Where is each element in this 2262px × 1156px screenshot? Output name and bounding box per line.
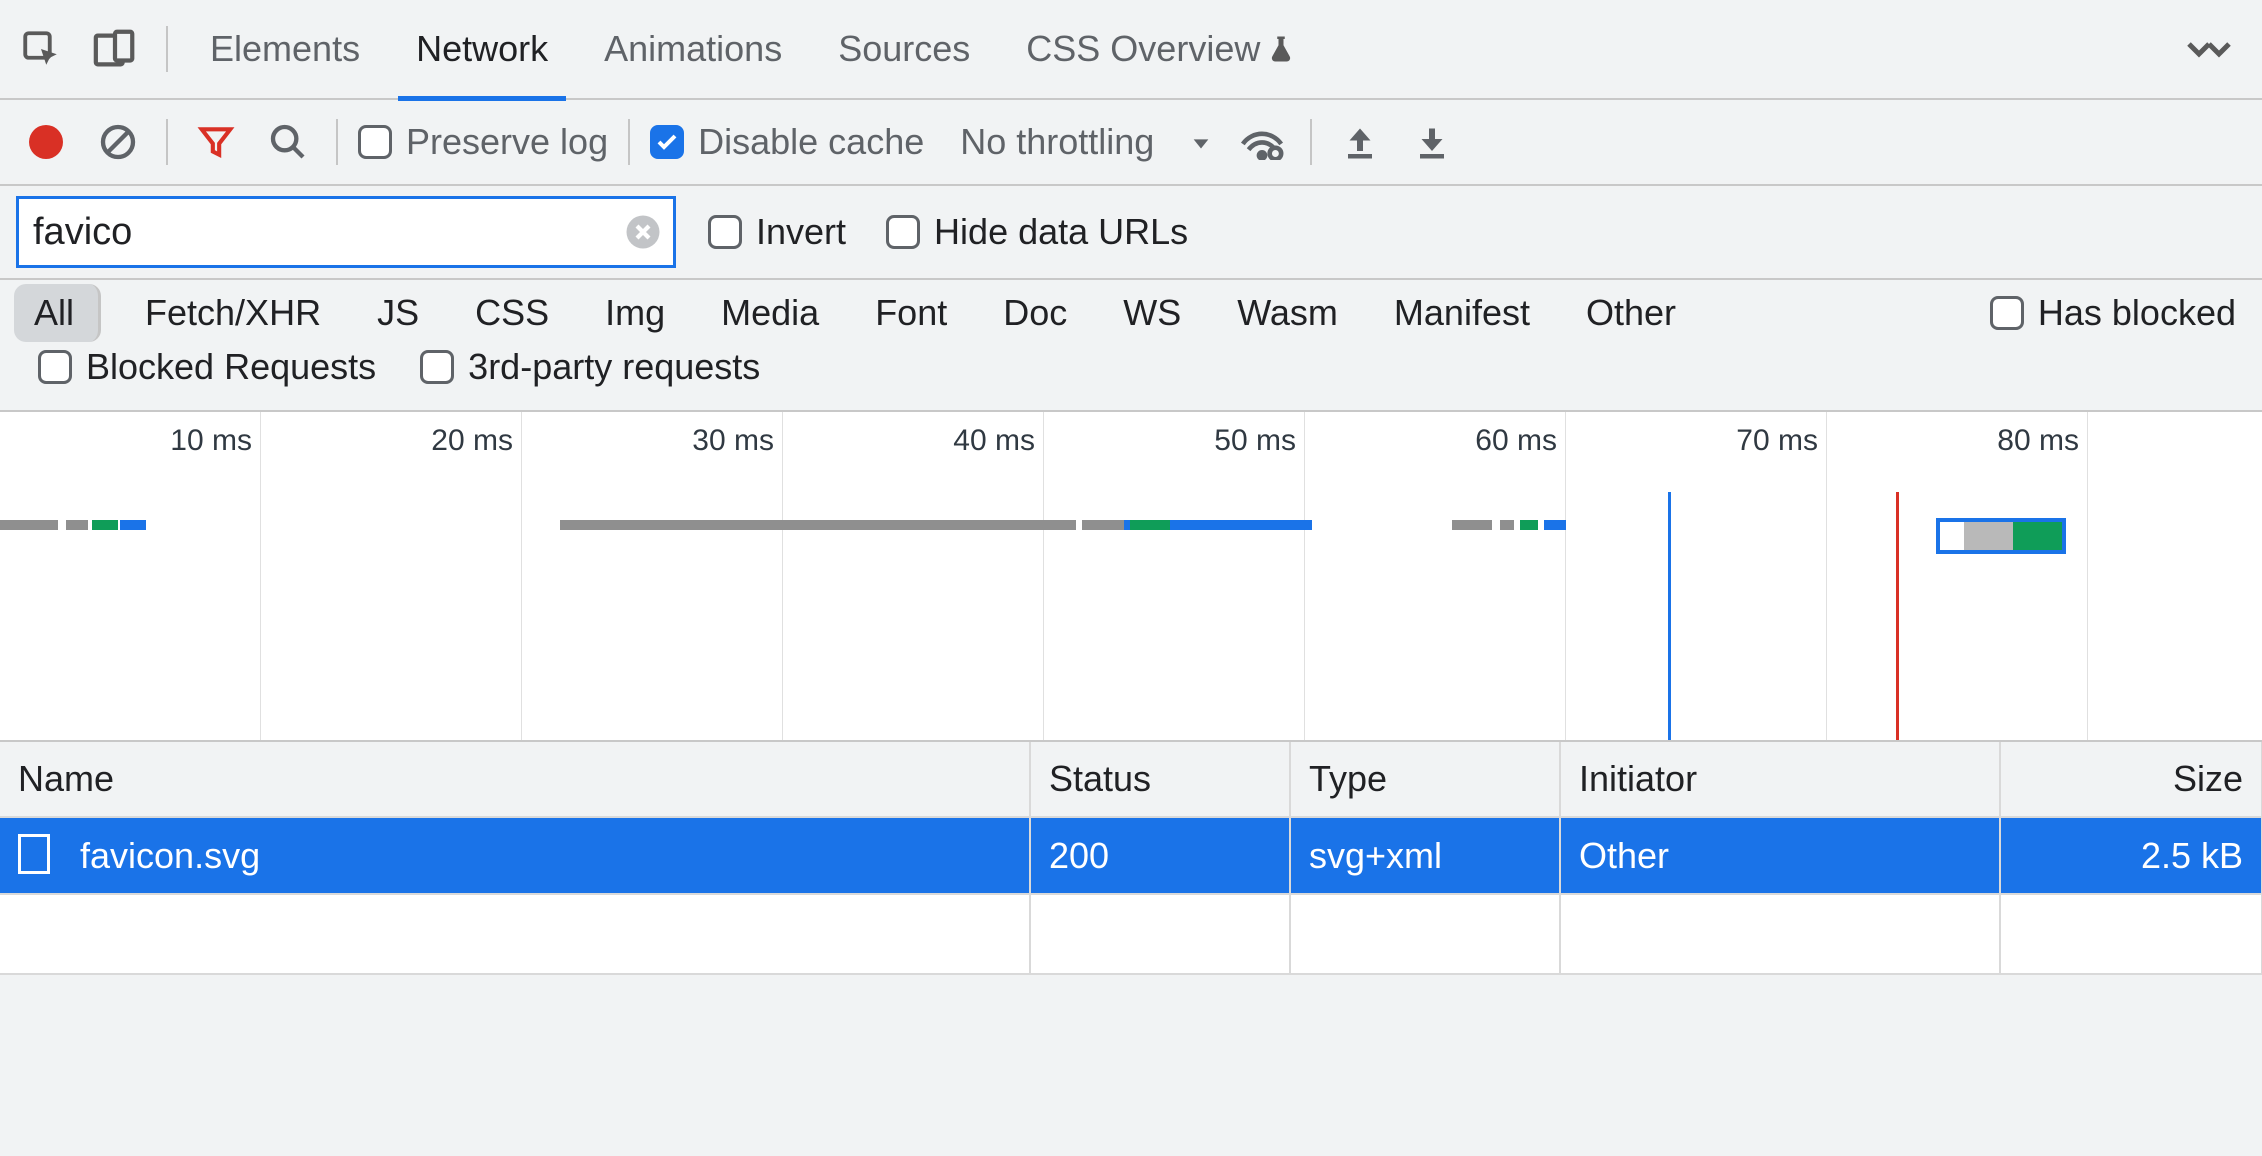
checkbox-unchecked-icon [358, 125, 392, 159]
checkbox-unchecked-icon [708, 215, 742, 249]
blocked-requests-label: Blocked Requests [86, 346, 376, 388]
type-filter-doc[interactable]: Doc [983, 284, 1087, 342]
disable-cache-label: Disable cache [698, 121, 924, 163]
checkbox-unchecked-icon [886, 215, 920, 249]
flask-icon [1266, 32, 1296, 66]
type-filter-font[interactable]: Font [855, 284, 967, 342]
third-party-toggle[interactable]: 3rd-party requests [412, 346, 768, 388]
tab-label: CSS Overview [1026, 28, 1260, 70]
col-header-name[interactable]: Name [0, 742, 1030, 817]
separator [1310, 119, 1312, 165]
clear-log-icon[interactable] [82, 106, 154, 178]
preserve-log-label: Preserve log [406, 121, 608, 163]
network-toolbar: Preserve log Disable cache No throttling [0, 100, 2262, 186]
checkbox-checked-icon [650, 125, 684, 159]
type-filter-wasm[interactable]: Wasm [1217, 284, 1358, 342]
tab-css-overview[interactable]: CSS Overview [1000, 0, 1322, 99]
table-row[interactable]: favicon.svg 200 svg+xml Other 2.5 kB [0, 817, 2262, 894]
hide-data-urls-label: Hide data URLs [934, 211, 1188, 253]
extra-filter-bar: Blocked Requests 3rd-party requests [0, 346, 2262, 412]
third-party-label: 3rd-party requests [468, 346, 760, 388]
tab-sources[interactable]: Sources [812, 0, 996, 99]
has-blocked-toggle[interactable]: Has blocked [1982, 292, 2244, 334]
device-toolbar-icon[interactable] [80, 14, 150, 84]
record-button[interactable] [10, 106, 82, 178]
hide-data-urls-toggle[interactable]: Hide data URLs [878, 211, 1196, 253]
download-har-icon[interactable] [1396, 106, 1468, 178]
waterfall-tick: 10 ms [170, 424, 252, 458]
blocked-requests-toggle[interactable]: Blocked Requests [30, 346, 384, 388]
more-tabs-icon[interactable] [2174, 14, 2244, 84]
separator [166, 119, 168, 165]
disable-cache-toggle[interactable]: Disable cache [642, 121, 932, 163]
type-filter-media[interactable]: Media [701, 284, 839, 342]
type-filter-css[interactable]: CSS [455, 284, 569, 342]
cell-name-text: favicon.svg [80, 835, 260, 876]
separator [628, 119, 630, 165]
waterfall-tick: 80 ms [1997, 424, 2079, 458]
waterfall-tick: 70 ms [1736, 424, 1818, 458]
file-icon [18, 834, 50, 874]
checkbox-unchecked-icon [1990, 296, 2024, 330]
type-filter-fetchxhr[interactable]: Fetch/XHR [125, 284, 341, 342]
throttling-label: No throttling [960, 121, 1154, 163]
type-filter-manifest[interactable]: Manifest [1374, 284, 1550, 342]
col-header-size[interactable]: Size [2000, 742, 2262, 817]
table-header-row: Name Status Type Initiator Size [0, 742, 2262, 817]
tab-network[interactable]: Network [390, 0, 574, 99]
waterfall-tick: 40 ms [953, 424, 1035, 458]
preserve-log-toggle[interactable]: Preserve log [350, 121, 616, 163]
type-filter-img[interactable]: Img [585, 284, 685, 342]
clear-filter-icon[interactable] [623, 212, 663, 252]
filter-icon[interactable] [180, 106, 252, 178]
cell-status: 200 [1030, 817, 1290, 894]
cell-type: svg+xml [1290, 817, 1560, 894]
separator [166, 26, 168, 72]
search-icon[interactable] [252, 106, 324, 178]
col-header-status[interactable]: Status [1030, 742, 1290, 817]
type-filter-all[interactable]: All [14, 284, 101, 342]
tab-elements[interactable]: Elements [184, 0, 386, 99]
separator [336, 119, 338, 165]
filter-input[interactable] [33, 211, 623, 254]
col-header-type[interactable]: Type [1290, 742, 1560, 817]
waterfall-tick: 60 ms [1475, 424, 1557, 458]
domcontent-line [1668, 492, 1671, 740]
chevron-down-icon [1190, 121, 1212, 163]
upload-har-icon[interactable] [1324, 106, 1396, 178]
cell-size: 2.5 kB [2000, 817, 2262, 894]
inspect-element-icon[interactable] [6, 14, 76, 84]
tab-animations[interactable]: Animations [578, 0, 808, 99]
checkbox-unchecked-icon [420, 350, 454, 384]
waterfall-tick: 50 ms [1214, 424, 1296, 458]
invert-label: Invert [756, 211, 846, 253]
cell-initiator: Other [1560, 817, 2000, 894]
network-conditions-icon[interactable] [1226, 106, 1298, 178]
table-row-empty [0, 894, 2262, 974]
waterfall-selection[interactable] [1936, 518, 2066, 554]
throttling-dropdown[interactable]: No throttling [932, 121, 1226, 163]
type-filter-bar: All Fetch/XHR JS CSS Img Media Font Doc … [0, 280, 2262, 346]
type-filter-js[interactable]: JS [357, 284, 439, 342]
type-filter-other[interactable]: Other [1566, 284, 1696, 342]
col-header-initiator[interactable]: Initiator [1560, 742, 2000, 817]
load-line [1896, 492, 1899, 740]
filter-input-wrapper [16, 196, 676, 268]
cell-name: favicon.svg [0, 817, 1030, 894]
waterfall-tick: 30 ms [692, 424, 774, 458]
waterfall-tick: 20 ms [431, 424, 513, 458]
waterfall-overview[interactable]: 10 ms 20 ms 30 ms 40 ms 50 ms 60 ms 70 m… [0, 412, 2262, 742]
checkbox-unchecked-icon [38, 350, 72, 384]
has-blocked-label: Has blocked [2038, 292, 2236, 334]
type-filter-ws[interactable]: WS [1103, 284, 1201, 342]
devtools-tab-strip: Elements Network Animations Sources CSS … [0, 0, 2262, 100]
invert-toggle[interactable]: Invert [700, 211, 854, 253]
request-table: Name Status Type Initiator Size favicon.… [0, 742, 2262, 975]
filter-bar: Invert Hide data URLs [0, 186, 2262, 280]
